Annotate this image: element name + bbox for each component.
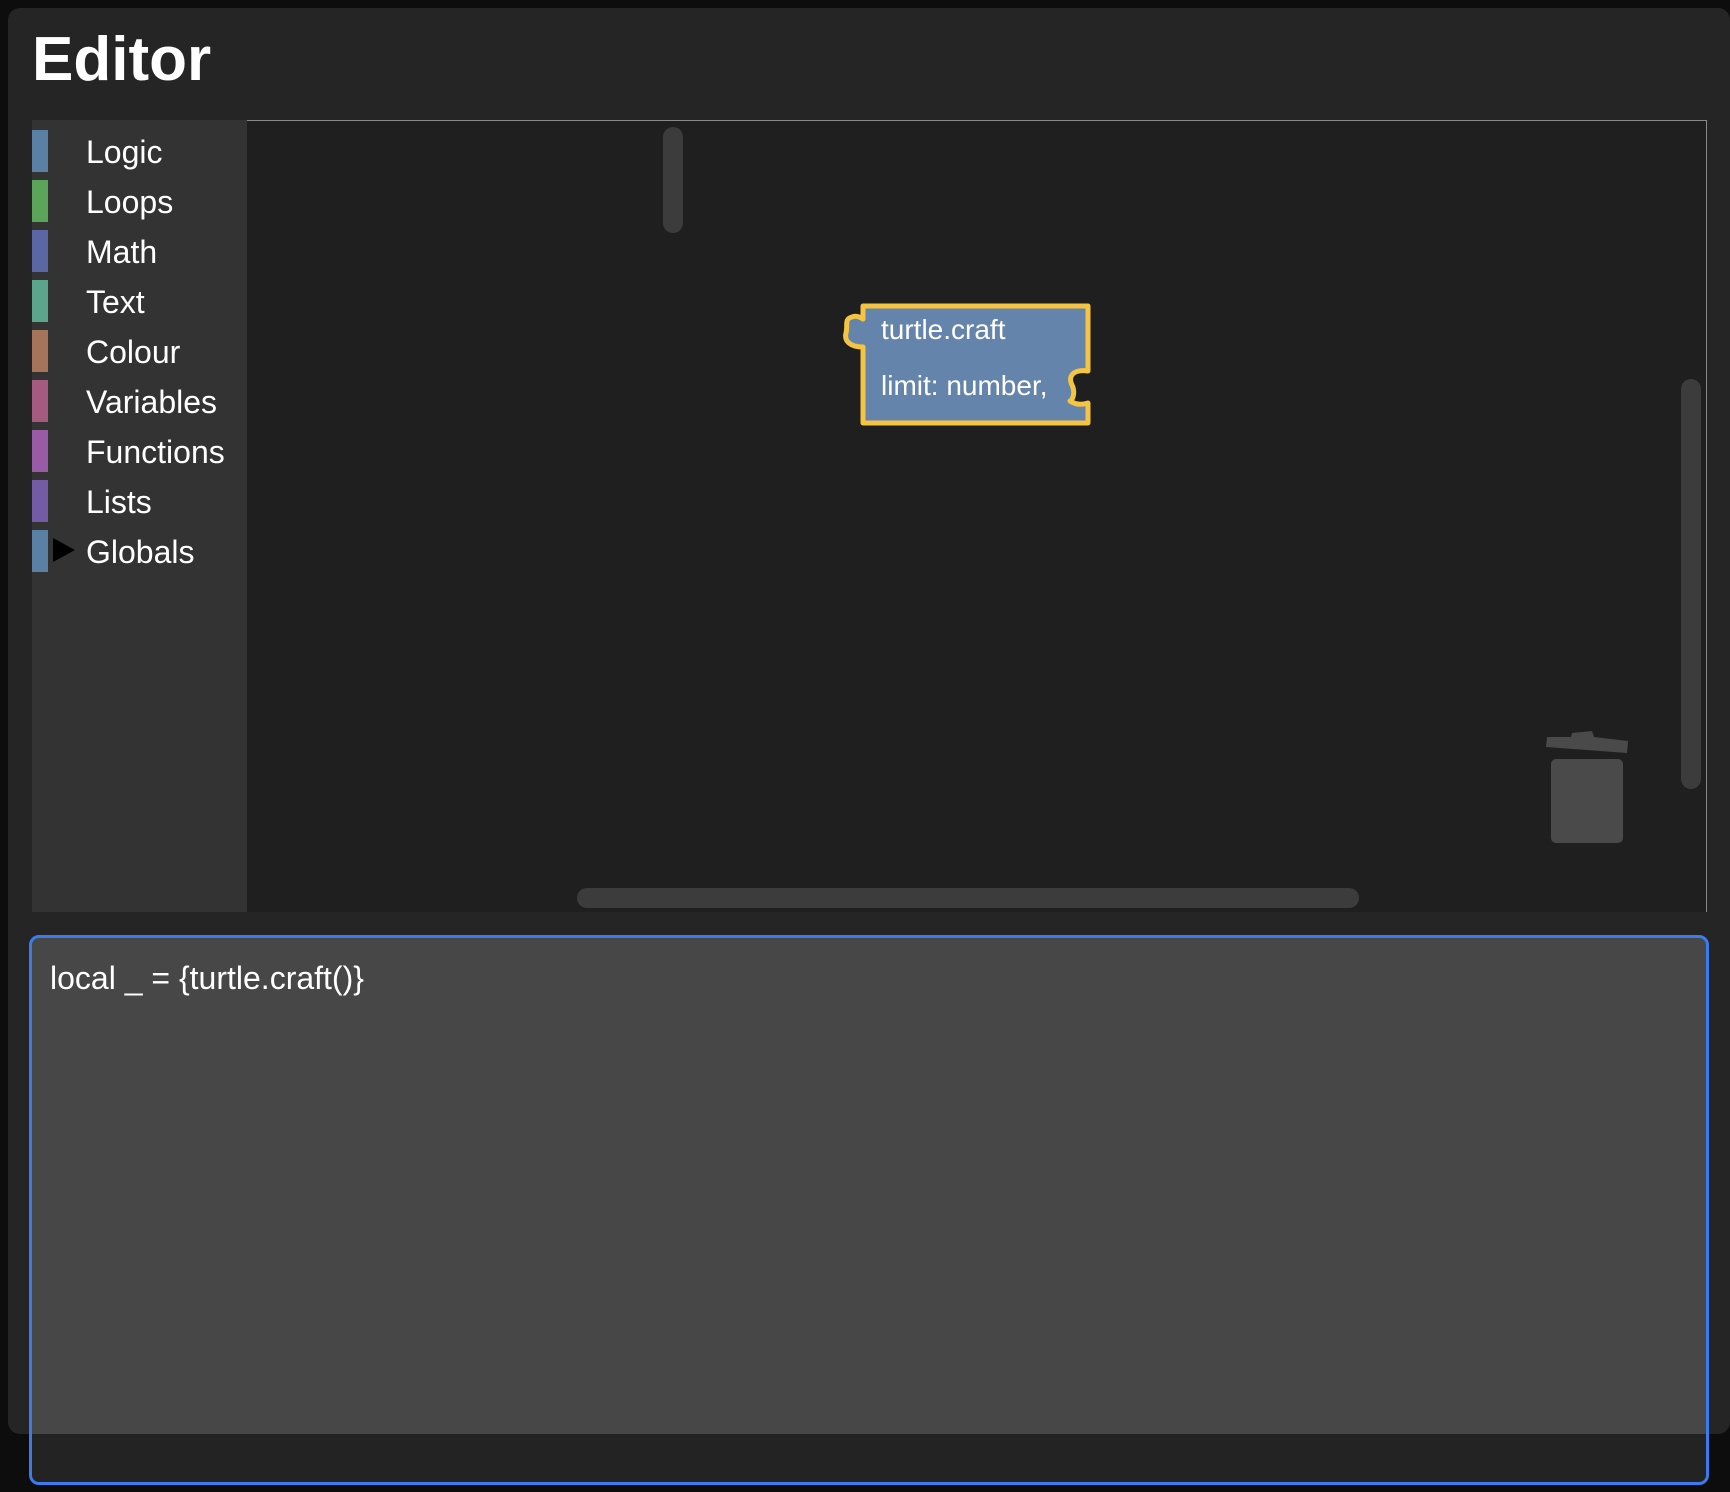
category-label: Lists bbox=[86, 484, 152, 520]
toolbox-category-functions[interactable]: Functions bbox=[32, 428, 247, 472]
category-color-swatch bbox=[32, 280, 48, 322]
page-title: Editor bbox=[32, 25, 212, 94]
toolbox-category-text[interactable]: Text bbox=[32, 278, 247, 322]
category-color-swatch bbox=[32, 330, 48, 372]
toolbox-category-colour[interactable]: Colour bbox=[32, 328, 247, 372]
workspace-scrollbar-vertical-top[interactable] bbox=[663, 127, 683, 233]
category-label: Math bbox=[86, 234, 158, 270]
category-label: Loops bbox=[86, 184, 174, 220]
category-color-swatch bbox=[32, 530, 48, 572]
code-output-footer bbox=[32, 1434, 1706, 1482]
category-color-swatch bbox=[32, 430, 48, 472]
toolbox-category-loops[interactable]: Loops bbox=[32, 178, 247, 222]
block-label-param: limit: number, bbox=[881, 370, 1048, 401]
generated-code-text[interactable]: local _ = {turtle.craft()} bbox=[50, 958, 364, 998]
category-label: Globals bbox=[86, 534, 195, 570]
expand-arrow-icon[interactable] bbox=[53, 538, 75, 562]
category-label: Variables bbox=[86, 384, 218, 420]
workspace-scrollbar-horizontal[interactable] bbox=[577, 888, 1359, 908]
code-output-textarea[interactable]: local _ = {turtle.craft()} bbox=[29, 935, 1709, 1485]
category-color-swatch bbox=[32, 480, 48, 522]
category-label: Functions bbox=[86, 434, 225, 470]
toolbox: Logic Loops Math Text Colour Variables F… bbox=[32, 120, 247, 912]
workspace-scrollbar-vertical[interactable] bbox=[1681, 379, 1701, 789]
category-label: Text bbox=[86, 284, 145, 320]
block-workspace[interactable]: turtle.craft limit: number, bbox=[247, 120, 1707, 912]
turtle-craft-block[interactable]: turtle.craft limit: number, bbox=[840, 301, 1100, 431]
category-color-swatch bbox=[32, 180, 48, 222]
category-color-swatch bbox=[32, 130, 48, 172]
category-label: Colour bbox=[86, 334, 181, 370]
toolbox-category-logic[interactable]: Logic bbox=[32, 128, 247, 172]
toolbox-category-math[interactable]: Math bbox=[32, 228, 247, 272]
category-color-swatch bbox=[32, 380, 48, 422]
category-color-swatch bbox=[32, 230, 48, 272]
block-label-name: turtle.craft bbox=[881, 314, 1006, 345]
toolbox-category-lists[interactable]: Lists bbox=[32, 478, 247, 522]
toolbox-category-variables[interactable]: Variables bbox=[32, 378, 247, 422]
category-label: Logic bbox=[86, 134, 163, 170]
toolbox-category-globals[interactable]: Globals bbox=[32, 528, 247, 572]
trash-can-icon[interactable] bbox=[1544, 729, 1634, 845]
